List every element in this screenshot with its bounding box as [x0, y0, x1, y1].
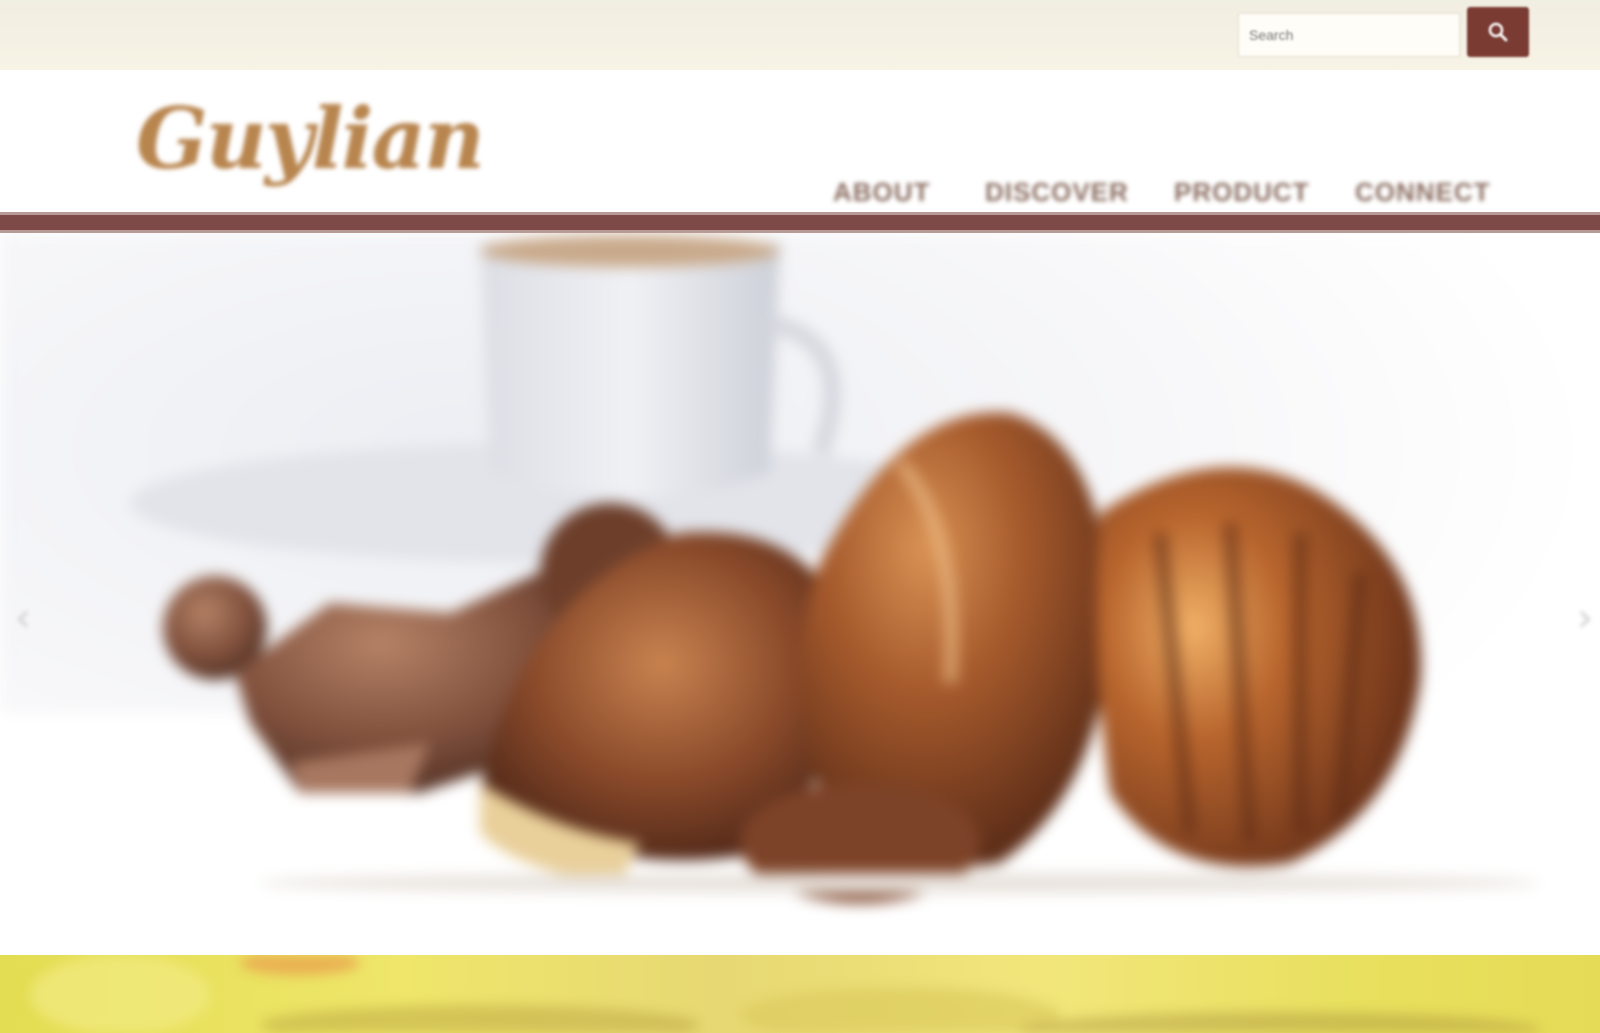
search-button[interactable] — [1467, 7, 1529, 57]
nav-item-discover[interactable]: DISCOVER — [985, 172, 1129, 212]
nav-item-about[interactable]: ABOUT — [833, 172, 930, 212]
search-input[interactable] — [1238, 13, 1460, 57]
top-utility-bar — [0, 0, 1600, 70]
chevron-right-icon: › — [1577, 595, 1593, 641]
hero-slider: ‹ › — [0, 233, 1600, 955]
slider-prev-button[interactable]: ‹ — [8, 583, 38, 653]
promo-banner[interactable] — [0, 955, 1600, 1033]
chevron-left-icon: ‹ — [15, 595, 31, 641]
slider-next-button[interactable]: › — [1570, 583, 1600, 653]
hero-image — [0, 233, 1600, 955]
header-divider — [0, 212, 1600, 233]
main-nav: ABOUT DISCOVER PRODUCT CONNECT — [0, 172, 1600, 212]
promo-banner-image — [30, 955, 1540, 1033]
search-icon — [1488, 22, 1508, 42]
nav-item-connect[interactable]: CONNECT — [1355, 172, 1491, 212]
nav-item-product[interactable]: PRODUCT — [1174, 172, 1310, 212]
